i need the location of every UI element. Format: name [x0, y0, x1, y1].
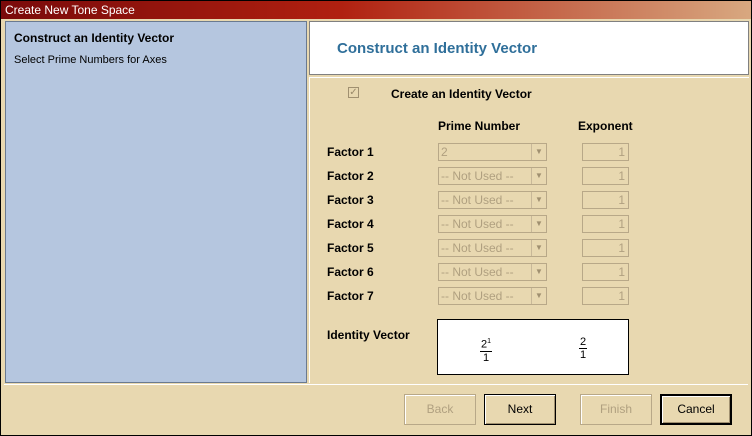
factor-5-prime-value: -- Not Used --: [441, 241, 514, 255]
factor-7-exponent-field[interactable]: 1: [582, 287, 629, 305]
chevron-down-icon[interactable]: ▼: [531, 264, 546, 280]
factor-6-exponent-field[interactable]: 1: [582, 263, 629, 281]
factor-6-prime-select[interactable]: -- Not Used -- ▼: [438, 263, 547, 281]
page-header: Construct an Identity Vector: [309, 21, 749, 75]
chevron-down-icon[interactable]: ▼: [531, 216, 546, 232]
factor-6-prime-value: -- Not Used --: [441, 265, 514, 279]
prime-number-header: Prime Number: [438, 119, 521, 133]
back-button[interactable]: Back: [404, 394, 476, 425]
identity-left-fraction: 21 1: [480, 336, 493, 364]
chevron-down-icon[interactable]: ▼: [531, 288, 546, 304]
step-subtitle: Select Prime Numbers for Axes: [14, 54, 167, 66]
factor-1-prime-value: 2: [441, 145, 448, 159]
factor-5-label: Factor 5: [327, 241, 374, 255]
finish-button[interactable]: Finish: [580, 394, 652, 425]
factor-3-exponent-field[interactable]: 1: [582, 191, 629, 209]
chevron-down-icon[interactable]: ▼: [531, 168, 546, 184]
identity-right-numerator: 2: [579, 336, 588, 349]
chevron-down-icon[interactable]: ▼: [531, 240, 546, 256]
chevron-down-icon[interactable]: ▼: [531, 144, 546, 160]
step-title: Construct an Identity Vector: [14, 31, 175, 45]
factor-5-exponent-field[interactable]: 1: [582, 239, 629, 257]
identity-vector-display: 21 1 2 1: [437, 319, 629, 375]
factor-1-label: Factor 1: [327, 145, 374, 159]
factor-6-label: Factor 6: [327, 265, 374, 279]
exponent-header: Exponent: [578, 119, 633, 133]
factor-4-prime-select[interactable]: -- Not Used -- ▼: [438, 215, 547, 233]
identity-vector-checkbox[interactable]: ✓: [348, 87, 359, 98]
factor-4-exponent-field[interactable]: 1: [582, 215, 629, 233]
cancel-button[interactable]: Cancel: [660, 394, 732, 425]
dialog-window: Create New Tone Space Construct an Ident…: [0, 0, 752, 436]
button-bar-divider: [4, 384, 748, 385]
factor-4-label: Factor 4: [327, 217, 374, 231]
factor-2-prime-value: -- Not Used --: [441, 169, 514, 183]
identity-right-fraction: 2 1: [579, 336, 588, 361]
factor-1-prime-select[interactable]: 2 ▼: [438, 143, 547, 161]
identity-right-denominator: 1: [580, 349, 587, 361]
factor-3-label: Factor 3: [327, 193, 374, 207]
identity-left-exponent: 1: [487, 338, 492, 345]
identity-vector-label: Identity Vector: [327, 328, 410, 342]
factor-3-prime-value: -- Not Used --: [441, 193, 514, 207]
factor-2-exponent-field[interactable]: 1: [582, 167, 629, 185]
factor-5-prime-select[interactable]: -- Not Used -- ▼: [438, 239, 547, 257]
steps-sidebar: Construct an Identity Vector Select Prim…: [5, 21, 307, 383]
window-title: Create New Tone Space: [1, 1, 751, 19]
factor-1-exponent-field[interactable]: 1: [582, 143, 629, 161]
factor-4-prime-value: -- Not Used --: [441, 217, 514, 231]
factor-3-prime-select[interactable]: -- Not Used -- ▼: [438, 191, 547, 209]
identity-vector-checkbox-label: Create an Identity Vector: [391, 87, 532, 101]
next-button[interactable]: Next: [484, 394, 556, 425]
factor-7-prime-select[interactable]: -- Not Used -- ▼: [438, 287, 547, 305]
factor-2-prime-select[interactable]: -- Not Used -- ▼: [438, 167, 547, 185]
page-title: Construct an Identity Vector: [337, 40, 538, 57]
factor-7-label: Factor 7: [327, 289, 374, 303]
factor-2-label: Factor 2: [327, 169, 374, 183]
chevron-down-icon[interactable]: ▼: [531, 192, 546, 208]
factor-7-prime-value: -- Not Used --: [441, 289, 514, 303]
identity-left-denominator: 1: [482, 351, 490, 364]
